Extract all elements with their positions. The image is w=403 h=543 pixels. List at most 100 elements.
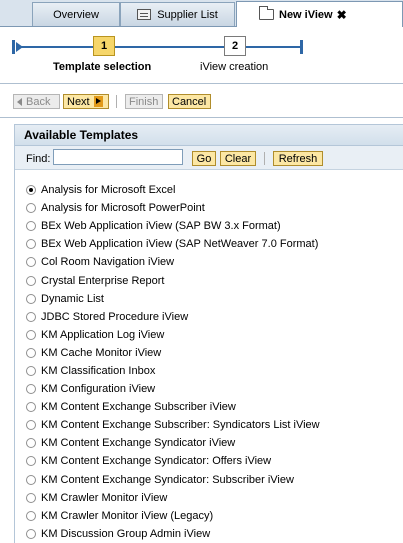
tab-strip: Overview Supplier List New iView ✖	[0, 0, 403, 27]
wizard-toolbar: Back Next Finish Cancel	[0, 86, 403, 116]
tab-supplier-list-label: Supplier List	[157, 8, 218, 21]
close-icon[interactable]: ✖	[337, 8, 347, 22]
radio-button[interactable]	[26, 474, 36, 485]
tab-new-iview[interactable]: New iView ✖	[236, 1, 403, 27]
roadmap-start-icon	[12, 40, 15, 54]
template-option[interactable]: BEx Web Application iView (SAP NetWeaver…	[26, 235, 401, 253]
template-option-label: BEx Web Application iView (SAP BW 3.x Fo…	[41, 220, 281, 233]
template-option-label: KM Configuration iView	[41, 383, 156, 396]
template-option-label: Dynamic List	[41, 292, 104, 305]
radio-button[interactable]	[26, 221, 36, 232]
roadmap-step-2[interactable]: 2	[224, 36, 246, 56]
roadmap-line	[20, 46, 300, 48]
radio-button[interactable]	[26, 275, 36, 286]
template-list: Analysis for Microsoft Excel Analysis for…	[26, 181, 401, 543]
radio-button[interactable]	[26, 257, 36, 268]
template-option-label: BEx Web Application iView (SAP NetWeaver…	[41, 238, 319, 251]
arrow-left-icon	[17, 97, 22, 106]
radio-button[interactable]	[26, 239, 36, 250]
template-option-label: KM Classification Inbox	[41, 364, 156, 377]
next-button[interactable]: Next	[63, 94, 109, 109]
arrow-right-icon	[93, 96, 103, 107]
refresh-button[interactable]: Refresh	[273, 151, 323, 166]
divider	[0, 83, 403, 84]
template-option[interactable]: KM Cache Monitor iView	[26, 344, 401, 362]
back-button[interactable]: Back	[13, 94, 60, 109]
back-button-label: Back	[26, 95, 51, 108]
template-option-label: KM Content Exchange Syndicator iView	[41, 437, 236, 450]
radio-button[interactable]	[26, 456, 36, 467]
tab-overview-label: Overview	[53, 8, 99, 21]
template-option[interactable]: KM Crawler Monitor iView	[26, 489, 401, 507]
template-option[interactable]: KM Application Log iView	[26, 326, 401, 344]
template-option-label: Crystal Enterprise Report	[41, 274, 165, 287]
radio-button[interactable]	[26, 329, 36, 340]
template-option-label: KM Application Log iView	[41, 328, 165, 341]
template-option[interactable]: Analysis for Microsoft PowerPoint	[26, 199, 401, 217]
roadmap-step-2-label: iView creation	[200, 61, 269, 73]
tab-new-iview-label: New iView	[279, 8, 333, 21]
radio-button[interactable]	[26, 203, 36, 214]
radio-button[interactable]	[26, 365, 36, 376]
tab-overview[interactable]: Overview	[32, 2, 120, 26]
radio-button[interactable]	[26, 510, 36, 521]
radio-button[interactable]	[26, 384, 36, 395]
cancel-button[interactable]: Cancel	[168, 94, 211, 109]
template-option[interactable]: KM Crawler Monitor iView (Legacy)	[26, 507, 401, 525]
tab-supplier-list[interactable]: Supplier List	[120, 2, 235, 26]
template-option[interactable]: KM Content Exchange Subscriber iView	[26, 398, 401, 416]
radio-button[interactable]	[26, 492, 36, 503]
template-option[interactable]: KM Classification Inbox	[26, 362, 401, 380]
find-label: Find:	[26, 153, 51, 165]
template-option-label: Analysis for Microsoft Excel	[41, 184, 176, 197]
radio-button[interactable]	[26, 402, 36, 413]
template-option[interactable]: Analysis for Microsoft Excel	[26, 181, 401, 199]
finish-button-label: Finish	[129, 95, 159, 108]
radio-button[interactable]	[26, 528, 36, 539]
finish-button[interactable]: Finish	[125, 94, 163, 109]
template-option-label: KM Cache Monitor iView	[41, 346, 162, 359]
template-option-label: KM Crawler Monitor iView (Legacy)	[41, 509, 214, 522]
template-option-label: KM Discussion Group Admin iView	[41, 527, 211, 540]
find-divider	[264, 152, 265, 165]
template-option-label: KM Content Exchange Syndicator: Offers i…	[41, 455, 272, 468]
clear-button[interactable]: Clear	[220, 151, 256, 166]
document-list-icon	[137, 9, 152, 20]
template-option-label: KM Content Exchange Subscriber: Syndicat…	[41, 419, 320, 432]
find-bar: Find: Go Clear Refresh	[15, 146, 403, 170]
template-option-label: KM Crawler Monitor iView	[41, 491, 168, 504]
template-option[interactable]: Dynamic List	[26, 290, 401, 308]
folder-icon	[259, 6, 274, 20]
template-option[interactable]: BEx Web Application iView (SAP BW 3.x Fo…	[26, 217, 401, 235]
available-templates-panel: Available Templates Find: Go Clear Refre…	[14, 124, 403, 543]
find-input[interactable]	[53, 149, 183, 165]
template-option-label: JDBC Stored Procedure iView	[41, 310, 189, 323]
panel-title: Available Templates	[15, 124, 403, 146]
template-option-label: Analysis for Microsoft PowerPoint	[41, 202, 205, 215]
template-option-label: Col Room Navigation iView	[41, 256, 175, 269]
template-option-label: KM Content Exchange Subscriber iView	[41, 401, 236, 414]
next-button-label: Next	[67, 95, 90, 108]
roadmap-step-1[interactable]: 1	[93, 36, 115, 56]
template-option[interactable]: Crystal Enterprise Report	[26, 271, 401, 289]
radio-button[interactable]	[26, 420, 36, 431]
go-button[interactable]: Go	[192, 151, 216, 166]
wizard-roadmap: 1 2 Template selection iView creation	[0, 27, 403, 79]
radio-button[interactable]	[26, 311, 36, 322]
template-option[interactable]: KM Content Exchange Syndicator: Subscrib…	[26, 471, 401, 489]
template-option[interactable]: KM Discussion Group Admin iView	[26, 525, 401, 543]
radio-button[interactable]	[26, 185, 36, 196]
template-option[interactable]: KM Content Exchange Subscriber: Syndicat…	[26, 416, 401, 434]
template-option[interactable]: JDBC Stored Procedure iView	[26, 308, 401, 326]
toolbar-divider	[116, 95, 117, 108]
radio-button[interactable]	[26, 347, 36, 358]
template-option[interactable]: KM Configuration iView	[26, 380, 401, 398]
cancel-button-label: Cancel	[172, 95, 207, 108]
template-option[interactable]: KM Content Exchange Syndicator iView	[26, 434, 401, 452]
template-option[interactable]: Col Room Navigation iView	[26, 253, 401, 271]
radio-button[interactable]	[26, 293, 36, 304]
template-option[interactable]: KM Content Exchange Syndicator: Offers i…	[26, 452, 401, 470]
radio-button[interactable]	[26, 438, 36, 449]
template-option-label: KM Content Exchange Syndicator: Subscrib…	[41, 473, 294, 486]
roadmap-end-icon	[300, 40, 303, 54]
